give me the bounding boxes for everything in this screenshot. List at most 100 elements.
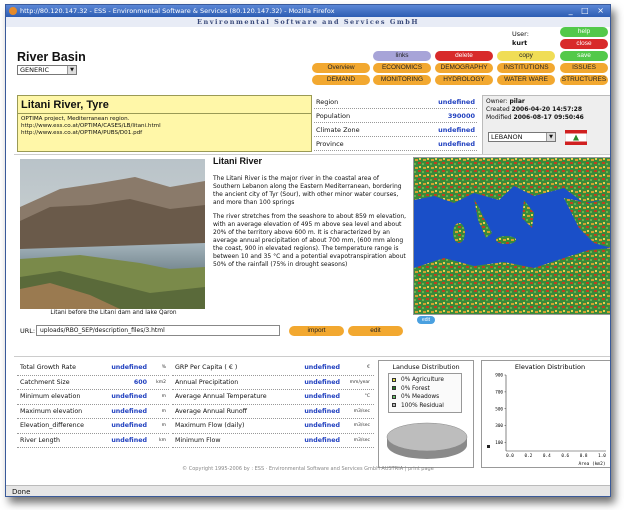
- lebanon-flag-icon: [565, 130, 587, 145]
- y-tick-label: 500: [495, 406, 503, 412]
- links-button[interactable]: links: [373, 51, 431, 61]
- elevation-chart-svg: Elevation Distribution 900 700 500 300 100 0…: [487, 363, 606, 467]
- tab-economics[interactable]: ECONOMICS: [373, 63, 431, 73]
- table-row: Maximum Flow (daily) undefined m3/sec: [172, 419, 374, 434]
- attribute-label: Population: [316, 112, 351, 120]
- landuse-title: Landuse Distribution: [392, 363, 460, 371]
- tab-overview[interactable]: Overview: [312, 63, 370, 73]
- chart-title: Elevation Distribution: [515, 363, 585, 371]
- modified-label: Modified: [486, 114, 512, 121]
- table-row: Catchment Size 600 km2: [17, 376, 169, 390]
- legend-item: 100% Residual: [392, 402, 458, 411]
- attribute-label: Region: [316, 98, 339, 106]
- delete-button[interactable]: delete: [435, 51, 493, 61]
- tab-hydrology[interactable]: HYDROLOGY: [435, 75, 493, 85]
- y-tick-label: 100: [495, 440, 503, 446]
- attribute-row: Region undefined: [314, 95, 477, 109]
- tab-structures[interactable]: STRUCTURES: [560, 75, 608, 85]
- save-button[interactable]: save: [560, 51, 608, 61]
- type-select[interactable]: GENERIC ▼: [17, 65, 77, 75]
- owner-name: pilar: [509, 98, 525, 105]
- tab-waterware[interactable]: WATER WARE: [497, 75, 555, 85]
- chevron-down-icon: ▼: [546, 133, 555, 141]
- url-label: URL:: [20, 327, 36, 335]
- x-tick-label: 0.8: [580, 453, 588, 459]
- description-paragraph: The Litani River is the major river in t…: [213, 175, 402, 206]
- url-input[interactable]: uploads/RBO_SEP/description_files/3.html: [36, 325, 280, 336]
- tab-demography[interactable]: DEMOGRAPHY: [435, 63, 493, 73]
- tab-demand[interactable]: DEMAND: [312, 75, 370, 85]
- user-name: kurt: [512, 39, 528, 47]
- x-tick-label: 1.0: [598, 453, 606, 459]
- hydrology-table-right: GRP Per Capita ( € ) undefined € Annual Pr…: [172, 361, 374, 448]
- import-button[interactable]: import: [289, 326, 344, 336]
- user-info: User: kurt: [512, 30, 529, 48]
- description-title: Litani River: [213, 156, 263, 166]
- firefox-icon: [9, 7, 17, 15]
- region-map[interactable]: [413, 157, 610, 315]
- created-date: 2006-04-20 14:57:28: [511, 106, 582, 113]
- attribute-label: Climate Zone: [316, 126, 360, 134]
- user-label: User:: [512, 30, 529, 38]
- y-tick-label: 300: [495, 423, 503, 429]
- tab-monitoring[interactable]: MONITORING: [373, 75, 431, 85]
- close-button[interactable]: close: [560, 39, 608, 49]
- attribute-value: 390000: [447, 112, 475, 120]
- attribute-value: undefined: [438, 98, 475, 106]
- legend-item: 0% Forest: [392, 385, 458, 394]
- attribute-row: Climate Zone undefined: [314, 123, 477, 137]
- x-tick-label: 0.2: [525, 453, 533, 459]
- created-label: Created: [486, 106, 510, 113]
- company-banner: Environmental Software and Services GmbH: [6, 17, 610, 27]
- divider: [14, 154, 610, 155]
- divider: [14, 356, 610, 357]
- landuse-panel: Landuse Distribution 0% Agriculture 0% F…: [378, 360, 474, 468]
- photo-caption: Litani before the Litani dam and lake Qa…: [50, 310, 177, 316]
- basin-attributes: Region undefined Population 390000 Climate…: [314, 95, 477, 151]
- legend-marker: [487, 445, 490, 448]
- river-photo: [20, 159, 205, 309]
- title-bar: http://80.120.147.32 - ESS - Environment…: [6, 5, 610, 17]
- x-tick-label: 0.4: [543, 453, 551, 459]
- help-button[interactable]: help: [560, 27, 608, 37]
- tab-institutions[interactable]: INSTITUTIONS: [497, 63, 555, 73]
- attribute-value: undefined: [438, 140, 475, 148]
- table-row: Minimum Flow undefined m3/sec: [172, 434, 374, 448]
- table-row: Total Growth Rate undefined%: [17, 361, 169, 376]
- table-row: Minimum elevation undefined m: [17, 390, 169, 405]
- copy-button[interactable]: copy: [497, 51, 555, 61]
- swatch: [392, 394, 396, 399]
- page-title: River Basin: [17, 50, 86, 64]
- landuse-pie-chart: [386, 422, 468, 459]
- window-title: http://80.120.147.32 - ESS - Environment…: [20, 7, 335, 15]
- tab-issues[interactable]: ISSUES: [560, 63, 608, 73]
- swatch: [392, 403, 396, 407]
- hydrology-table-left: Total Growth Rate undefined% Catchment Si…: [17, 361, 169, 448]
- window-controls[interactable]: _ □ ×: [569, 6, 607, 16]
- y-tick-label: 700: [495, 389, 503, 395]
- attribute-value: undefined: [438, 126, 475, 134]
- landuse-legend: 0% Agriculture 0% Forest 0% Meadows 100%…: [388, 373, 462, 413]
- attribute-label: Province: [316, 140, 344, 148]
- elevation-chart: Elevation Distribution 900 700 500 300 100 0…: [481, 360, 610, 468]
- modified-date: 2006-08-17 09:50:46: [513, 114, 584, 121]
- table-row: River Length undefined km: [17, 434, 169, 448]
- attribute-row: Population 390000: [314, 109, 477, 123]
- table-row: GRP Per Capita ( € ) undefined €: [172, 361, 374, 376]
- basin-summary: Litani River, Tyre OPTIMA project, Medit…: [17, 95, 312, 152]
- country-select[interactable]: LEBANON ▼: [488, 132, 556, 142]
- owner-panel: Owner: pilar Created 2006-04-20 14:57:28…: [482, 95, 610, 155]
- footer: © Copyright 1995-2006 by : ESS · Environ…: [182, 466, 434, 472]
- basin-link[interactable]: http://www.ess.co.at/OPTIMA/CASES/LB/lit…: [21, 123, 308, 130]
- y-tick-label: 900: [495, 373, 503, 379]
- attribute-row: Province undefined: [314, 137, 477, 151]
- basin-link[interactable]: http://www.ess.co.at/OPTIMA/PUBS/D01.pdf: [21, 130, 308, 137]
- table-row: Average Annual Temperature undefined °C: [172, 390, 374, 405]
- table-row: Elevation_difference undefined m: [17, 419, 169, 434]
- edit-button[interactable]: edit: [348, 326, 403, 336]
- map-edit-button[interactable]: edit: [417, 316, 435, 324]
- x-tick-label: 0.0: [506, 453, 514, 459]
- swatch: [392, 377, 396, 382]
- description-paragraph: The river stretches from the seashore to…: [213, 213, 407, 268]
- legend-item: 0% Meadows: [392, 393, 458, 402]
